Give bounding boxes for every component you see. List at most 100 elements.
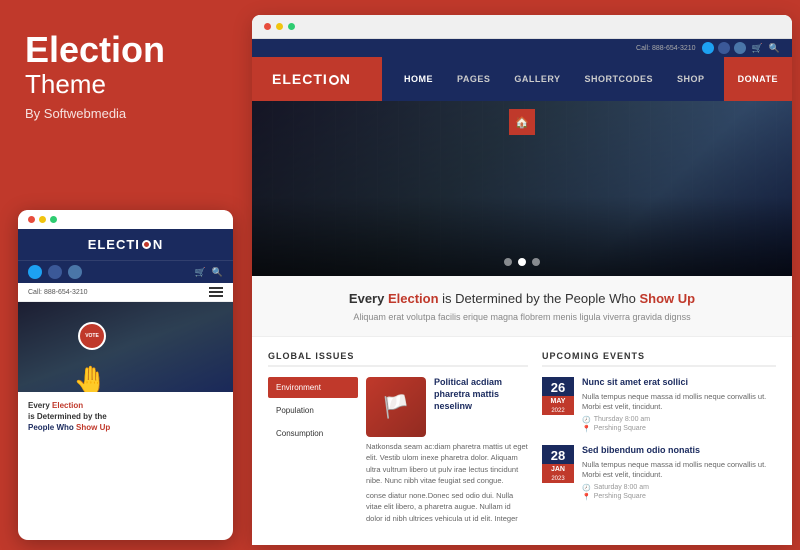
mobile-election: Election — [52, 401, 83, 410]
event-title-2: Sed bibendum odio nonatis — [582, 445, 776, 457]
browser-dot-yellow — [276, 23, 283, 30]
mobile-callbar: Call: 888-654-3210 — [18, 283, 233, 302]
event-meta-2: 🕗 Saturday 8:00 am 📍 Pershing Square — [582, 484, 776, 501]
site-logo: ELECTIN — [252, 57, 382, 101]
event-desc-2: Nulla tempus neque massa id mollis neque… — [582, 460, 776, 481]
clock-icon: 🕗 — [582, 416, 591, 424]
vote-badge: VOTE — [78, 322, 106, 350]
cart-icon[interactable]: 🛒 — [195, 267, 206, 278]
hamburger-icon[interactable] — [209, 287, 223, 297]
site-nav: ELECTIN HOME PAGES GALLERY SHORTCODES SH… — [252, 57, 792, 101]
nav-home[interactable]: HOME — [392, 57, 445, 101]
theme-author: By Softwebmedia — [25, 106, 223, 121]
left-panel: Election Theme By Softwebmedia ELECTIN 🛒… — [0, 0, 248, 550]
browser-dot-red — [264, 23, 271, 30]
theme-name: Election — [25, 30, 223, 70]
event-title-1: Nunc sit amet erat sollici — [582, 377, 776, 389]
global-issues-section: GLOBAL ISSUES Environment Population Con… — [268, 351, 528, 543]
util-vk-icon[interactable] — [734, 42, 746, 54]
mobile-header: ELECTIN — [18, 229, 233, 260]
dot-red — [28, 216, 35, 223]
event-time-2: Saturday 8:00 am — [594, 484, 649, 491]
vk-icon[interactable] — [68, 265, 82, 279]
twitter-icon[interactable] — [28, 265, 42, 279]
event-desc-1: Nulla tempus neque massa id mollis neque… — [582, 392, 776, 413]
utility-bar: Call: 888-654-3210 🛒 🔍 — [252, 39, 792, 57]
event-location-1: Pershing Square — [594, 425, 646, 432]
global-issues-title: GLOBAL ISSUES — [268, 351, 528, 367]
nav-gallery[interactable]: GALLERY — [502, 57, 572, 101]
browser-panel: Call: 888-654-3210 🛒 🔍 ELECTIN HOME PAGE… — [252, 15, 792, 545]
site-logo-text: ELECTIN — [272, 71, 351, 87]
main-content: GLOBAL ISSUES Environment Population Con… — [252, 337, 792, 545]
nav-shop[interactable]: SHOP — [665, 57, 717, 101]
mobile-every: Every — [28, 401, 50, 410]
util-cart-icon[interactable]: 🛒 — [752, 43, 763, 54]
util-facebook-icon[interactable] — [718, 42, 730, 54]
upcoming-events-section: UPCOMING EVENTS 26 MAY 2022 Nunc sit ame… — [542, 351, 776, 543]
hero-dot-3[interactable] — [532, 258, 540, 266]
dot-green — [50, 216, 57, 223]
mobile-social-bar: 🛒 🔍 — [18, 260, 233, 283]
event-time-1: Thursday 8:00 am — [594, 416, 650, 423]
issues-layout: Environment Population Consumption 🏳️ Po… — [268, 377, 528, 524]
logo-o-circle — [142, 240, 151, 249]
event-item-1: 26 MAY 2022 Nunc sit amet erat sollici N… — [542, 377, 776, 433]
issue-image: 🏳️ — [366, 377, 426, 437]
event-meta-1: 🕗 Thursday 8:00 am 📍 Pershing Square — [582, 416, 776, 433]
theme-subtitle: Theme — [25, 70, 223, 99]
event-month-2: JAN — [542, 464, 574, 475]
browser-dot-green — [288, 23, 295, 30]
tagline-text: Every Election is Determined by the Peop… — [272, 290, 772, 308]
hand-icon: 🤚 — [73, 364, 108, 392]
hero-dots — [504, 258, 540, 266]
event-day-2: 28 — [542, 445, 574, 464]
event-date-1: 26 MAY 2022 — [542, 377, 574, 415]
logo-circle-icon — [329, 75, 339, 85]
tag-election: Election — [388, 291, 439, 306]
hero-dot-2[interactable] — [518, 258, 526, 266]
tag-middle: is Determined by the People Who — [442, 291, 639, 306]
issue-content: 🏳️ Political acdiam pharetra mattis nese… — [366, 377, 528, 524]
dot-yellow — [39, 216, 46, 223]
location-icon-2: 📍 — [582, 493, 591, 501]
issue-consumption[interactable]: Consumption — [268, 423, 358, 444]
mobile-determined: is Determined by the — [28, 412, 107, 421]
utility-phone: Call: 888-654-3210 — [636, 45, 696, 52]
issue-more: conse diatur none.Donec sed odio dui. Nu… — [366, 490, 528, 524]
event-month-1: MAY — [542, 396, 574, 407]
util-twitter-icon[interactable] — [702, 42, 714, 54]
mobile-top-bar — [18, 210, 233, 229]
util-search-icon[interactable]: 🔍 — [769, 43, 780, 54]
issues-menu: Environment Population Consumption — [268, 377, 358, 524]
upcoming-events-title: UPCOMING EVENTS — [542, 351, 776, 367]
issue-body: Natkonsda seam ac:diam pharetra mattis u… — [366, 441, 528, 486]
hero-area: 🏠 — [252, 101, 792, 276]
event-info-1: Nunc sit amet erat sollici Nulla tempus … — [582, 377, 776, 433]
donate-button[interactable]: DONATE — [724, 57, 792, 101]
clock-icon-2: 🕗 — [582, 484, 591, 492]
search-icon[interactable]: 🔍 — [212, 267, 223, 278]
tag-every: Every — [349, 291, 384, 306]
home-icon[interactable]: 🏠 — [509, 109, 535, 135]
nav-shortcodes[interactable]: SHORTCODES — [573, 57, 666, 101]
site-nav-links: HOME PAGES GALLERY SHORTCODES SHOP — [382, 57, 724, 101]
mobile-footer-text: Every Election is Determined by the Peop… — [18, 392, 233, 442]
theme-title: Election Theme — [25, 30, 223, 98]
issue-environment[interactable]: Environment — [268, 377, 358, 398]
mobile-phone: Call: 888-654-3210 — [28, 289, 88, 296]
mobile-mockup: ELECTIN 🛒 🔍 Call: 888-654-3210 VOTE 🤚 — [18, 210, 233, 540]
mobile-show: Show Up — [76, 423, 110, 432]
browser-chrome — [252, 15, 792, 39]
nav-pages[interactable]: PAGES — [445, 57, 502, 101]
facebook-icon[interactable] — [48, 265, 62, 279]
tag-show-up: Show Up — [639, 291, 695, 306]
location-icon: 📍 — [582, 425, 591, 433]
event-year-2: 2023 — [542, 475, 574, 483]
event-date-2: 28 JAN 2023 — [542, 445, 574, 483]
utility-social — [702, 42, 746, 54]
hero-dot-1[interactable] — [504, 258, 512, 266]
issue-population[interactable]: Population — [268, 400, 358, 421]
event-day-1: 26 — [542, 377, 574, 396]
event-info-2: Sed bibendum odio nonatis Nulla tempus n… — [582, 445, 776, 501]
